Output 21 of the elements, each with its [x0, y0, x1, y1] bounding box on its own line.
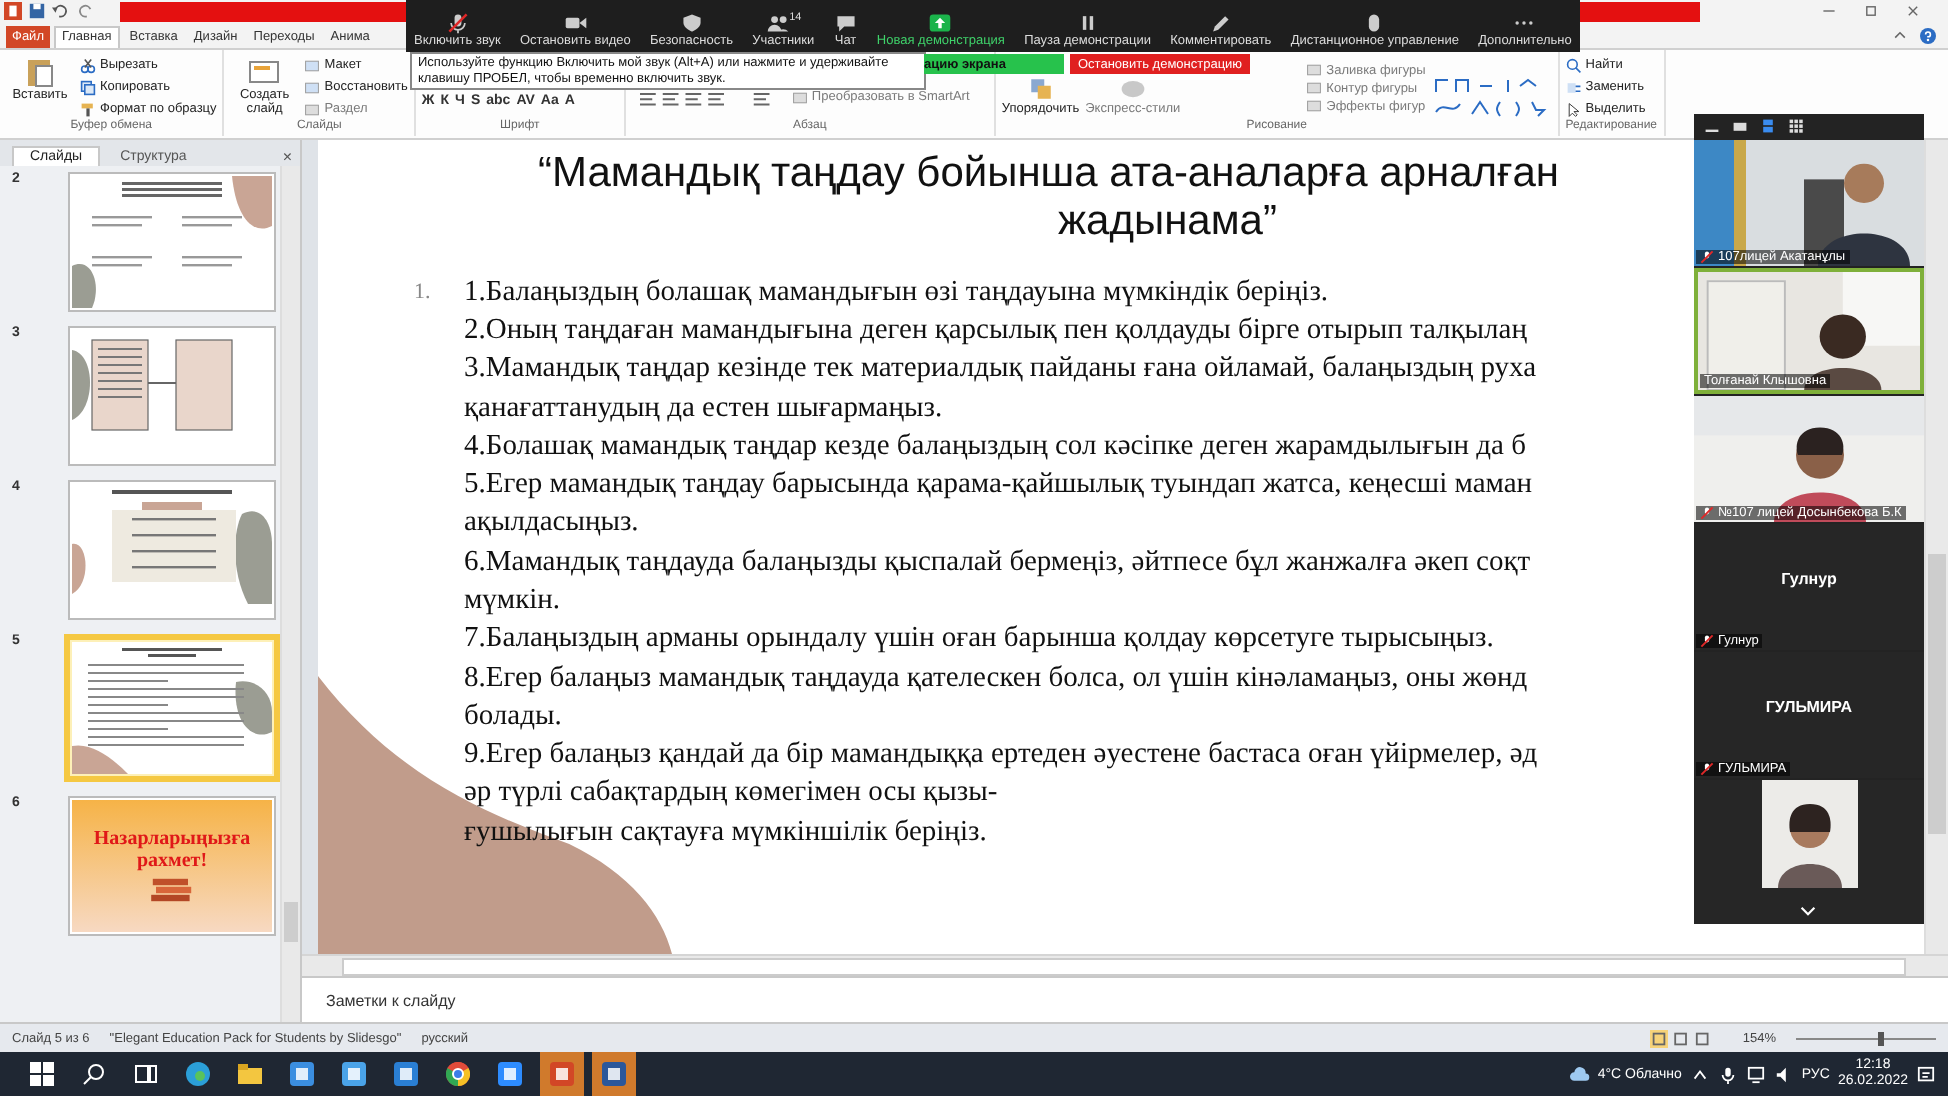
slide-text-line: мүмкін. — [464, 582, 563, 620]
participant-display-name: Гулнур — [1781, 570, 1837, 588]
slide-text-line: 5.Егер мамандық таңдау барысында қарама-қайшылық туындап жатса, кеңесші маман — [464, 466, 1535, 505]
participant-display-name: ГУЛЬМИРА — [1765, 698, 1853, 716]
slide-text-line: 8.Егер балаңыз мамандық таңдауда қателескен болса, ол үшін кінәламаңыз, оны жөнд — [464, 659, 1530, 698]
slide-text-line: қанағаттанудың да естен шығармаңыз. — [464, 389, 945, 428]
slide-text-line: 4.Болашақ мамандық таңдар кезде балаңыздың сол кәсіпке деген жарамдылығын да б — [464, 427, 1528, 466]
close-button[interactable]: × — [282, 147, 292, 166]
slide-text-line: 2.Оның таңдаған мамандығына деген қарсылық пен қолдауды бірге отырып талқылаң — [464, 311, 1529, 350]
thumbnail-title: Назарларыңызға рахмет! — [92, 827, 252, 872]
title-line: жадынама” — [1056, 197, 1279, 246]
slide-text-line: 9.Егер балаңыз қандай да бір мамандыққа ертеден әуестене бастаса оған үйірмелер, әд — [464, 736, 1538, 775]
slide-text-line: болады. — [464, 697, 564, 736]
slide-text-line: ақылдасыңыз. — [464, 504, 641, 543]
slide-text-line: 7.Балаңыздың арманы орындалу үшін оған барынша қолдау көрсетуге тырысыңыз. — [464, 620, 1496, 659]
slide-text-line: әр түрлі сабақтардың көмегімен осы қызы- — [464, 774, 1000, 813]
slide-text-line: 6.Мамандық таңдауда балаңызды қыспалай бермеңіз, әйтпесе бұл жанжалға әкеп соқт — [464, 543, 1533, 582]
list-number: 1. — [414, 277, 433, 308]
slide-text-line: 1.Балаңыздың болашақ мамандығын өзі таңдауына мүмкіндік беріңіз. — [464, 273, 1331, 312]
title-line: “Мамандық таңдау бойынша ата-аналарға арналған — [536, 149, 1562, 198]
slide-text-line: 3.Мамандық таңдар кезінде тек материалдық пайданы ғана ойламай, балаңыздың руха — [464, 350, 1538, 389]
